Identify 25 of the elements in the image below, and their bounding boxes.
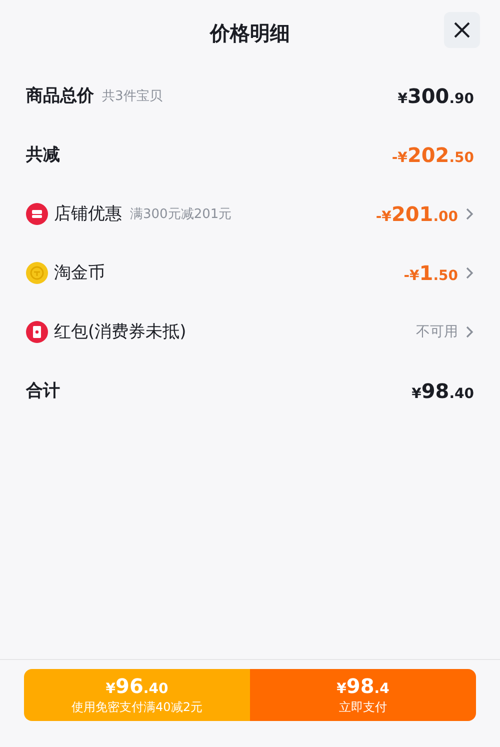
close-icon — [453, 21, 471, 39]
row-label: 商品总价 — [26, 85, 94, 107]
coin-icon — [26, 262, 48, 284]
envelope-icon — [26, 320, 48, 342]
row-label: 共减 — [26, 144, 60, 166]
pay-now-button[interactable]: ¥98.4 立即支付 — [250, 669, 476, 721]
amount: ¥98.40 — [412, 378, 474, 402]
dialog-title: 价格明细 — [210, 20, 290, 46]
status-text: 不可用 — [416, 322, 458, 340]
row-label: 店铺优惠 — [54, 203, 122, 225]
store-icon — [26, 202, 48, 224]
row-label: 淘金币 — [54, 262, 105, 284]
chevron-icon[interactable] — [464, 206, 474, 220]
chevron-icon[interactable] — [464, 266, 474, 280]
amount: -¥202.50 — [392, 142, 474, 166]
row-label: 红包(消费券未抵) — [54, 321, 186, 343]
row-note: 共3件宝贝 — [102, 88, 162, 104]
chevron-icon[interactable] — [464, 324, 474, 338]
row-label: 合计 — [26, 380, 60, 402]
amount: -¥201.00 — [376, 202, 458, 226]
amount: -¥1.50 — [404, 260, 458, 284]
row-note: 满300元减201元 — [130, 206, 232, 222]
password-free-pay-button[interactable]: ¥96.40 使用免密支付满40减2元 — [24, 669, 250, 721]
close-button[interactable] — [444, 12, 480, 48]
amount: ¥300.90 — [398, 84, 474, 108]
